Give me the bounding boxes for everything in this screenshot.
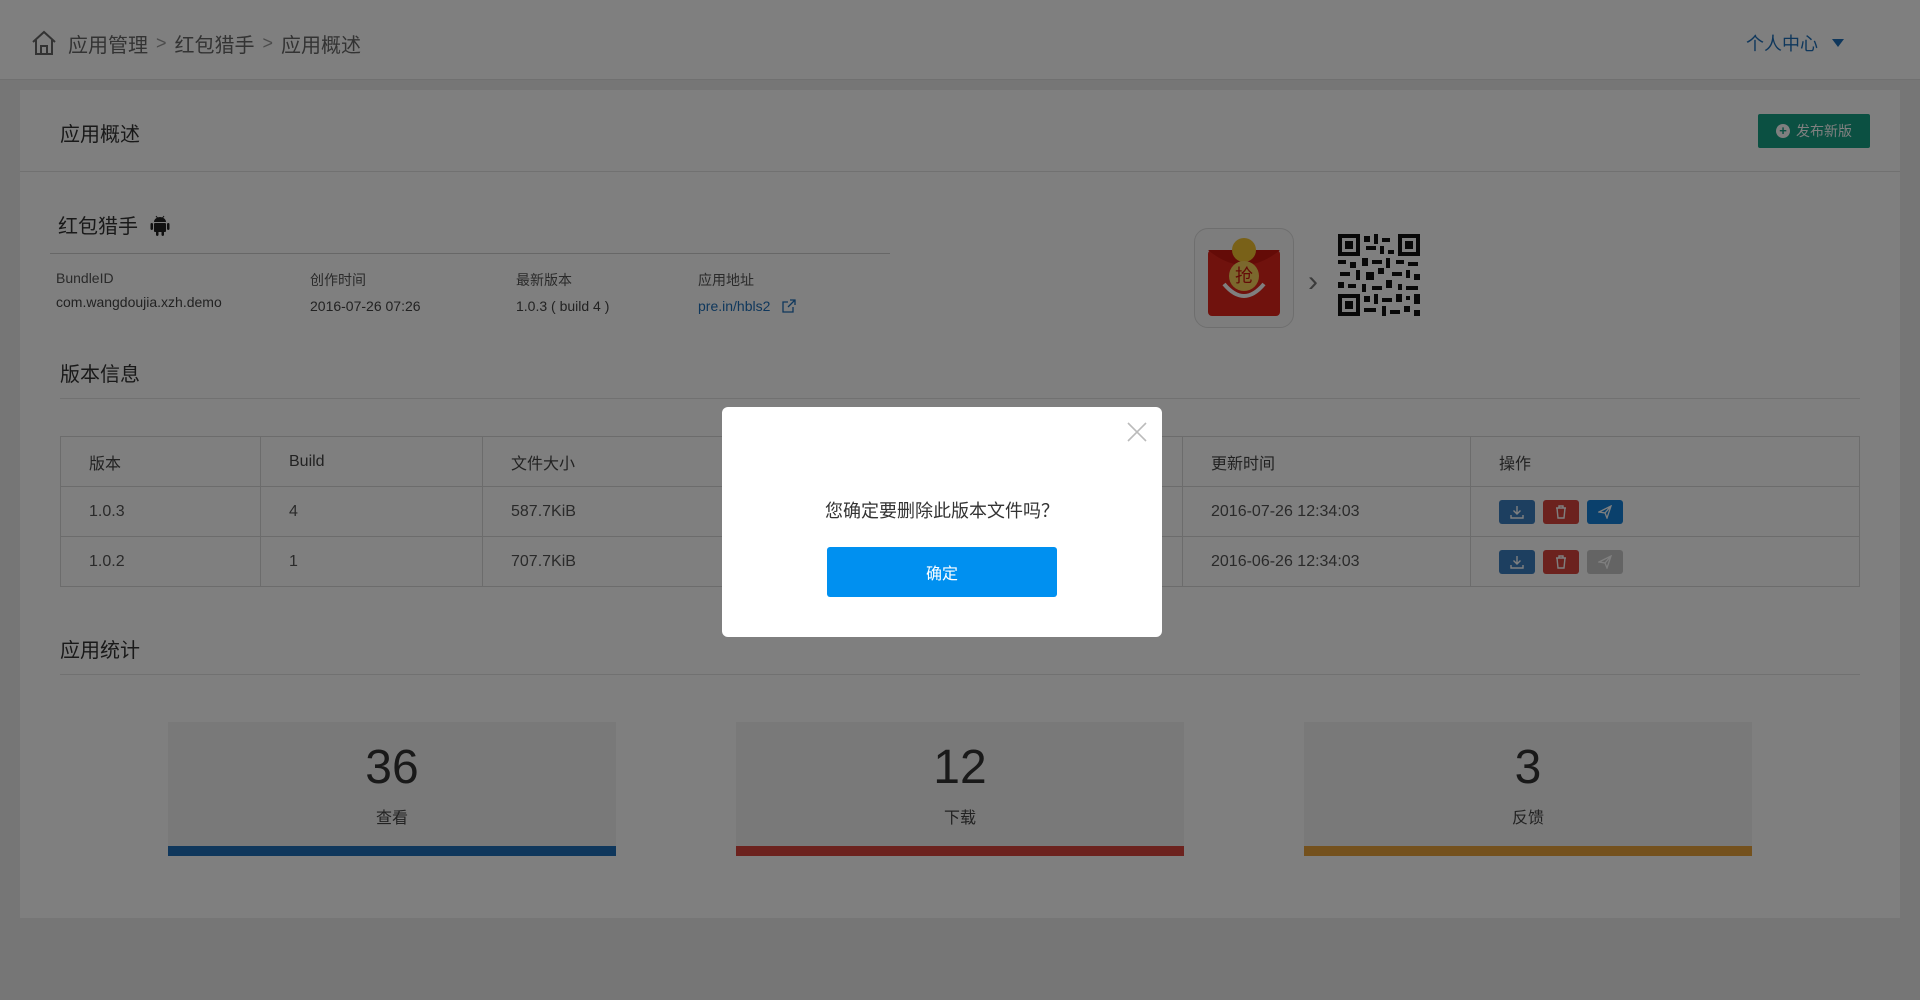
dialog-message: 您确定要删除此版本文件吗？ <box>825 501 1059 521</box>
close-icon[interactable] <box>1126 421 1148 443</box>
confirm-delete-dialog: 您确定要删除此版本文件吗？ 确定 <box>722 407 1162 637</box>
confirm-button[interactable]: 确定 <box>827 547 1057 597</box>
